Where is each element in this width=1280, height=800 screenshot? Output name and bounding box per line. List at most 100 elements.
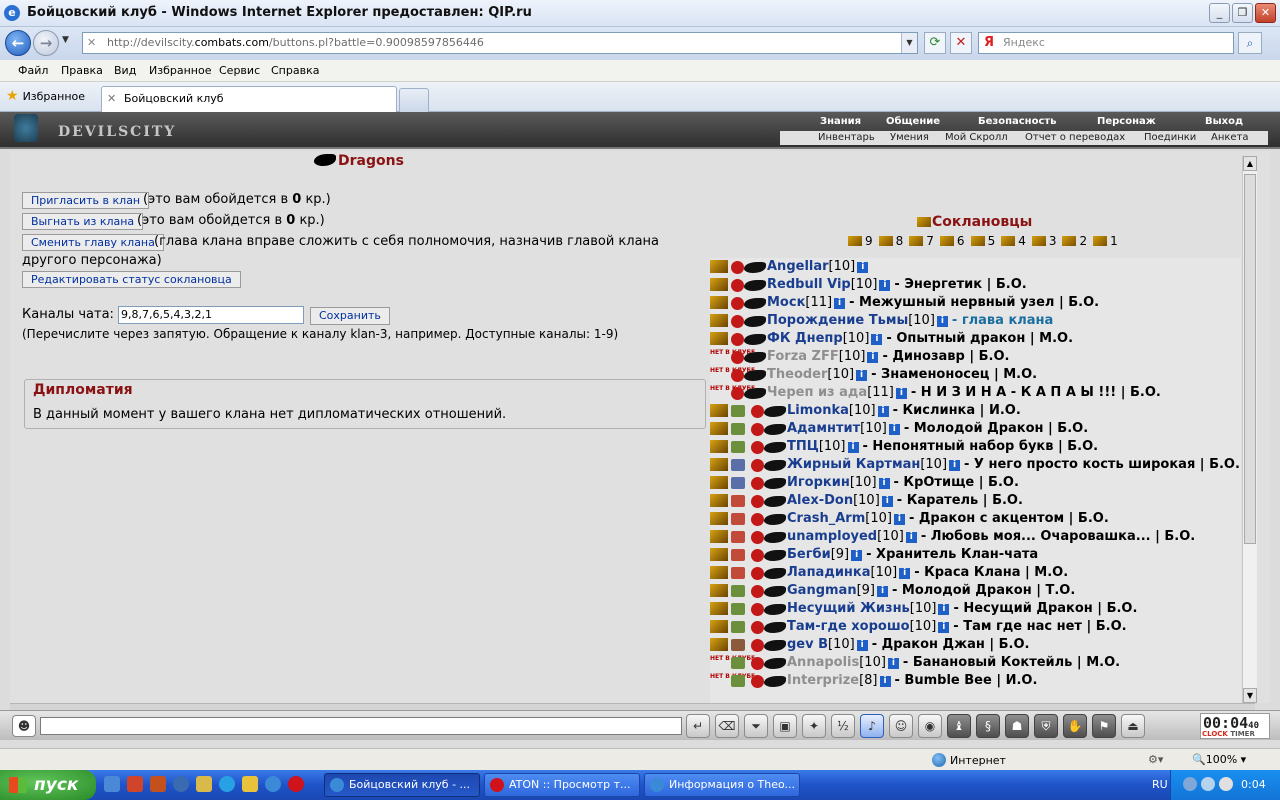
- hand-icon[interactable]: ✋: [1063, 714, 1087, 738]
- channel-6[interactable]: 6: [939, 234, 968, 248]
- info-icon[interactable]: i: [893, 514, 905, 525]
- new-tab-button[interactable]: [399, 88, 429, 112]
- member-name-link[interactable]: Адамнтит: [787, 421, 860, 436]
- menu-profile[interactable]: Анкета: [1211, 131, 1249, 144]
- menu-my-scroll[interactable]: Мой Скролл: [945, 131, 1008, 144]
- flag-icon[interactable]: ⚑: [1092, 714, 1116, 738]
- menu-exit[interactable]: Выход: [1205, 116, 1243, 127]
- page-scrollbar[interactable]: ▲ ▼: [1242, 156, 1257, 703]
- menu-favorites[interactable]: Избранное: [149, 64, 211, 77]
- forward-button[interactable]: →: [33, 30, 59, 56]
- menu-skills[interactable]: Умения: [890, 131, 929, 144]
- info-icon[interactable]: i: [851, 550, 863, 561]
- fighter-icon[interactable]: ✦: [802, 714, 826, 738]
- member-name-link[interactable]: Limonka: [787, 403, 849, 418]
- info-icon[interactable]: i: [856, 370, 868, 381]
- protected-mode-icon[interactable]: ⚙▾: [1148, 753, 1163, 766]
- save-channels-button[interactable]: Сохранить: [310, 307, 390, 325]
- address-bar[interactable]: ✕ http://devilscity.combats.com/buttons.…: [82, 32, 918, 54]
- media-player-icon[interactable]: [173, 776, 189, 792]
- helmet-icon[interactable]: ⛨: [1034, 714, 1058, 738]
- smiley-icon[interactable]: ☻: [12, 715, 36, 737]
- info-icon[interactable]: i: [834, 298, 846, 309]
- info-icon[interactable]: i: [949, 460, 961, 471]
- info-icon[interactable]: i: [938, 622, 950, 633]
- kick-from-clan-button[interactable]: Выгнать из клана: [22, 213, 144, 230]
- info-icon[interactable]: i: [888, 424, 900, 435]
- info-icon[interactable]: i: [877, 586, 888, 597]
- info-icon[interactable]: i: [905, 532, 917, 543]
- menu-communication[interactable]: Общение: [886, 116, 940, 127]
- filter-icon[interactable]: ⏷: [744, 714, 768, 738]
- refresh-button[interactable]: ⟳: [924, 32, 946, 54]
- edit-member-status-button[interactable]: Редактировать статус соклановца: [22, 271, 241, 288]
- member-name-link[interactable]: Жирный Картман: [787, 457, 920, 472]
- browser-tab[interactable]: ✕ Бойцовский клуб: [101, 86, 397, 112]
- channel-3[interactable]: 3: [1031, 234, 1060, 248]
- recent-pages-dropdown[interactable]: ▼: [62, 35, 69, 45]
- change-clan-head-button[interactable]: Сменить главу клана: [22, 234, 164, 251]
- brush-icon[interactable]: [150, 776, 166, 792]
- opera-icon[interactable]: [288, 776, 304, 792]
- save-log-icon[interactable]: ▣: [773, 714, 797, 738]
- menu-inventory[interactable]: Инвентарь: [818, 131, 875, 144]
- address-dropdown-icon[interactable]: ▼: [901, 33, 917, 53]
- menu-character[interactable]: Персонаж: [1097, 116, 1156, 127]
- exit-icon[interactable]: ⏏: [1121, 714, 1145, 738]
- member-name-link[interactable]: Игоркин: [787, 475, 850, 490]
- favorites-button[interactable]: ★ Избранное: [6, 88, 85, 104]
- back-button[interactable]: ←: [5, 30, 31, 56]
- scroll-thumb[interactable]: [1244, 174, 1256, 544]
- scroll-up-icon[interactable]: ▲: [1243, 156, 1257, 171]
- member-name-link[interactable]: Annapolis: [787, 655, 859, 670]
- eraser-icon[interactable]: ⌫: [715, 714, 739, 738]
- menu-edit[interactable]: Правка: [61, 64, 103, 77]
- menu-transfer-report[interactable]: Отчет о переводах: [1025, 131, 1125, 144]
- channel-4[interactable]: 4: [1001, 234, 1029, 248]
- member-name-link[interactable]: ФК Днепр: [767, 331, 843, 346]
- member-name-link[interactable]: Redbull Vip: [767, 277, 851, 292]
- menu-fights[interactable]: Поединки: [1144, 131, 1196, 144]
- music-icon[interactable]: ♪: [860, 714, 884, 738]
- speaker-icon[interactable]: ◉: [918, 714, 942, 738]
- pencil-icon[interactable]: [196, 776, 212, 792]
- menu-file[interactable]: Файл: [18, 64, 48, 77]
- task-theoder-info[interactable]: Информация о Theo...: [644, 773, 800, 797]
- qip-icon[interactable]: [242, 776, 258, 792]
- channel-5[interactable]: 5: [970, 234, 999, 248]
- info-icon[interactable]: i: [881, 496, 893, 507]
- tray-volume-icon[interactable]: [1219, 777, 1233, 791]
- zoom-level[interactable]: 🔍100% ▾: [1192, 753, 1246, 766]
- menu-help[interactable]: Справка: [271, 64, 319, 77]
- info-icon[interactable]: i: [879, 280, 891, 291]
- search-icon[interactable]: ⌕: [1238, 32, 1262, 54]
- info-icon[interactable]: i: [878, 478, 890, 489]
- chat-channels-input[interactable]: 9,8,7,6,5,4,3,2,1: [118, 306, 304, 324]
- scroll-icon[interactable]: §: [976, 714, 1000, 738]
- info-icon[interactable]: i: [857, 262, 869, 273]
- mask-icon[interactable]: ☗: [1005, 714, 1029, 738]
- menu-security[interactable]: Безопасность: [978, 116, 1057, 127]
- menu-view[interactable]: Вид: [114, 64, 136, 77]
- info-icon[interactable]: i: [887, 658, 899, 669]
- member-name-link[interactable]: Interprize: [787, 673, 859, 688]
- channel-2[interactable]: 2: [1062, 234, 1090, 248]
- emoji-icon[interactable]: ☺: [889, 714, 913, 738]
- member-name-link[interactable]: Там-где хорошо: [787, 619, 910, 634]
- maximize-button[interactable]: ❐: [1232, 3, 1253, 23]
- member-name-link[interactable]: Theoder: [767, 367, 827, 382]
- member-name-link[interactable]: Моск: [767, 295, 805, 310]
- task-aton[interactable]: ATON :: Просмотр т...: [484, 773, 640, 797]
- channel-8[interactable]: 8: [878, 234, 907, 248]
- info-icon[interactable]: i: [938, 604, 950, 615]
- scroll-down-icon[interactable]: ▼: [1243, 688, 1257, 703]
- member-name-link[interactable]: Несущий Жизнь: [787, 601, 910, 616]
- channel-1[interactable]: 1: [1093, 234, 1121, 248]
- member-name-link[interactable]: Angellar: [767, 259, 829, 274]
- menu-tools[interactable]: Сервис: [219, 64, 260, 77]
- minimize-button[interactable]: _: [1209, 3, 1230, 23]
- tray-network-icon[interactable]: [1201, 777, 1215, 791]
- outlook-icon[interactable]: [104, 776, 120, 792]
- ie-icon[interactable]: [265, 776, 281, 792]
- info-icon[interactable]: i: [847, 442, 859, 453]
